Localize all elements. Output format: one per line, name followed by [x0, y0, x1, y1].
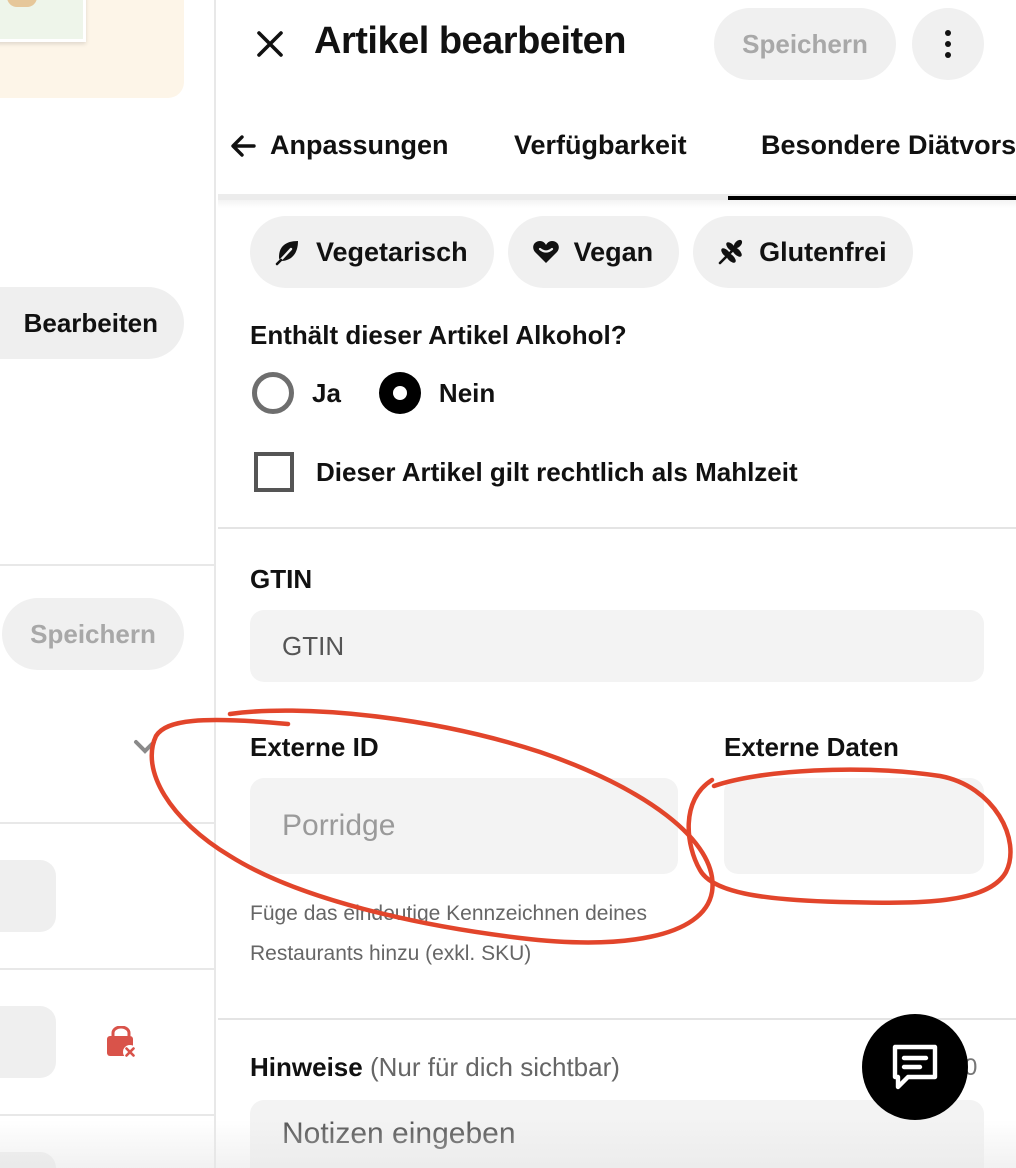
background-input[interactable] — [0, 1006, 56, 1078]
meal-checkbox-row: Dieser Artikel gilt rechtlich als Mahlze… — [254, 452, 798, 492]
meal-checkbox-label: Dieser Artikel gilt rechtlich als Mahlze… — [316, 456, 798, 487]
gtin-label: GTIN — [250, 564, 313, 594]
tab-label: Anpassungen — [270, 130, 449, 160]
chip-label: Vegetarisch — [316, 236, 468, 267]
radio-label-yes: Ja — [312, 377, 341, 408]
external-data-input[interactable] — [724, 778, 984, 874]
external-data-label: Externe Daten — [724, 732, 899, 762]
gtin-input[interactable] — [250, 610, 984, 682]
radio-yes[interactable] — [252, 372, 294, 414]
radio-label-no: Nein — [438, 377, 496, 408]
background-save-button[interactable]: Speichern — [2, 598, 184, 670]
background-input[interactable] — [0, 1152, 56, 1168]
divider — [0, 968, 214, 970]
notes-input[interactable] — [250, 1100, 984, 1168]
wheat-icon — [718, 239, 743, 265]
item-image-card — [0, 0, 184, 98]
notes-label: Hinweise (Nur für dich sichtbar) — [250, 1052, 620, 1083]
radio-no[interactable] — [378, 372, 421, 414]
section-divider — [218, 527, 1016, 529]
tab-label: Besondere Diätvorschriften — [761, 130, 1016, 160]
diet-chip-group: Vegetarisch Vegan Glutenfrei — [250, 216, 913, 288]
background-page: Bearbeiten Speichern — [0, 0, 216, 1168]
heart-icon — [532, 241, 559, 263]
alcohol-question: Enthält dieser Artikel Alkohol? — [250, 320, 627, 350]
alcohol-radio-group: Ja Nein — [252, 372, 495, 414]
chip-vegetarian[interactable]: Vegetarisch — [250, 216, 494, 288]
external-id-helper: Füge das eindeutige Kennzeichnen deines … — [250, 902, 647, 965]
chevron-down-icon[interactable] — [132, 734, 158, 760]
divider — [0, 822, 214, 824]
divider — [0, 564, 214, 566]
chat-icon — [892, 1044, 938, 1090]
tab-adjustments[interactable]: Anpassungen — [230, 130, 449, 161]
background-input[interactable] — [0, 860, 56, 932]
edit-item-drawer: Artikel bearbeiten Speichern Anpassungen… — [218, 0, 1016, 1168]
item-image — [0, 0, 86, 42]
more-vertical-icon — [945, 30, 951, 58]
chip-gluten-free[interactable]: Glutenfrei — [693, 216, 913, 288]
chip-label: Glutenfrei — [759, 236, 887, 267]
chip-vegan[interactable]: Vegan — [507, 216, 680, 288]
save-button[interactable]: Speichern — [714, 8, 896, 80]
arrow-left-icon — [231, 134, 256, 157]
external-id-label: Externe ID — [250, 732, 379, 762]
notes-sublabel: (Nur für dich sichtbar) — [369, 1052, 620, 1082]
tab-label: Verfügbarkeit — [514, 130, 687, 160]
edit-button[interactable]: Bearbeiten — [0, 287, 184, 359]
meal-checkbox[interactable] — [254, 452, 294, 492]
close-icon — [257, 31, 283, 57]
bag-remove-icon[interactable] — [104, 1026, 138, 1060]
more-button[interactable] — [912, 8, 984, 80]
tab-availability[interactable]: Verfügbarkeit — [514, 130, 687, 161]
page-title: Artikel bearbeiten — [314, 20, 627, 62]
tab-dietary[interactable]: Besondere Diätvorschriften — [761, 130, 1016, 161]
chip-label: Vegan — [573, 236, 654, 267]
leaf-icon — [275, 241, 298, 266]
chat-button[interactable] — [862, 1014, 968, 1120]
notes-title: Hinweise — [250, 1052, 363, 1082]
divider — [0, 1114, 214, 1116]
close-button[interactable] — [248, 22, 292, 66]
external-id-input[interactable] — [250, 778, 678, 874]
